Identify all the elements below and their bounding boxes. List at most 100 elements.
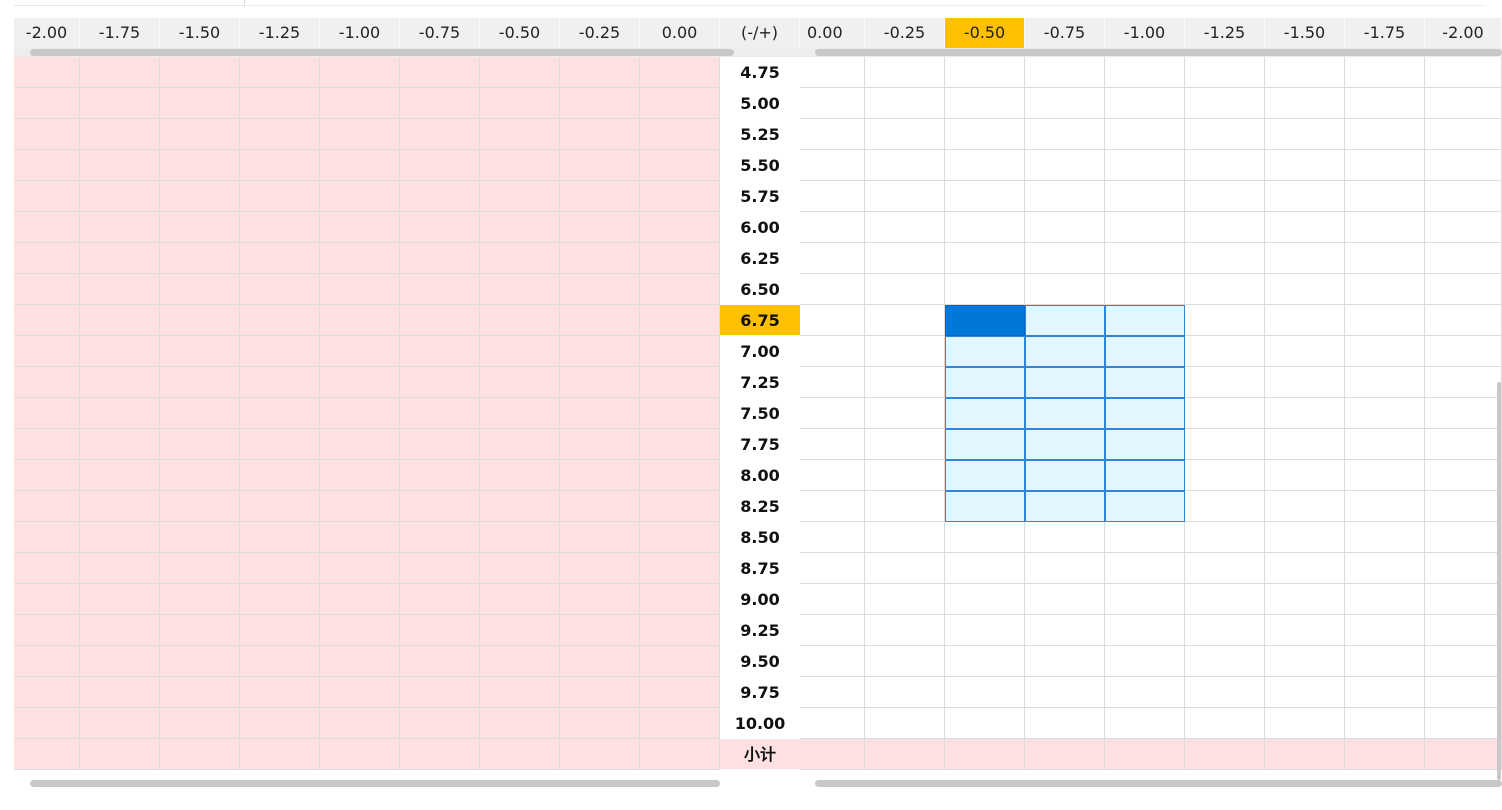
grid-cell-left[interactable] bbox=[480, 57, 560, 88]
left-horizontal-scrollbar-top[interactable] bbox=[14, 48, 800, 57]
grid-cell-left[interactable] bbox=[400, 739, 480, 770]
grid-cell-right[interactable] bbox=[1265, 119, 1345, 150]
grid-cell-left[interactable] bbox=[560, 336, 640, 367]
grid-cell-right[interactable] bbox=[1025, 150, 1105, 181]
grid-cell-left[interactable] bbox=[160, 708, 240, 739]
grid-cell-left[interactable] bbox=[14, 88, 80, 119]
grid-cell-left[interactable] bbox=[160, 429, 240, 460]
row-header[interactable]: 7.75 bbox=[720, 429, 800, 460]
grid-cell-left[interactable] bbox=[80, 522, 160, 553]
grid-cell-left[interactable] bbox=[240, 150, 320, 181]
grid-cell-left[interactable] bbox=[480, 677, 560, 708]
grid-cell-left[interactable] bbox=[80, 336, 160, 367]
grid-cell-left[interactable] bbox=[320, 274, 400, 305]
grid-cell-left[interactable] bbox=[320, 367, 400, 398]
grid-cell-right[interactable] bbox=[865, 57, 945, 88]
grid-cell-right[interactable] bbox=[1185, 119, 1265, 150]
grid-cell-right[interactable] bbox=[1265, 336, 1345, 367]
grid-cell-right[interactable] bbox=[945, 522, 1025, 553]
grid-cell-right[interactable] bbox=[1345, 243, 1425, 274]
selected-cell[interactable] bbox=[1025, 491, 1105, 522]
grid-cell-right[interactable] bbox=[1105, 243, 1185, 274]
grid-cell-right[interactable] bbox=[945, 708, 1025, 739]
grid-cell-right[interactable] bbox=[945, 243, 1025, 274]
grid-cell-left[interactable] bbox=[400, 274, 480, 305]
grid-cell-right[interactable] bbox=[1025, 708, 1105, 739]
grid-cell-left[interactable] bbox=[400, 336, 480, 367]
row-header[interactable]: 7.25 bbox=[720, 367, 800, 398]
grid-cell-right[interactable] bbox=[800, 336, 865, 367]
grid-cell-right[interactable] bbox=[865, 460, 945, 491]
grid-cell-left[interactable] bbox=[80, 429, 160, 460]
row-header[interactable]: 6.25 bbox=[720, 243, 800, 274]
grid-cell-right[interactable] bbox=[1265, 615, 1345, 646]
grid-cell-left[interactable] bbox=[320, 553, 400, 584]
grid-cell-right[interactable] bbox=[865, 677, 945, 708]
grid-cell-left[interactable] bbox=[160, 150, 240, 181]
grid-cell-right[interactable] bbox=[1345, 181, 1425, 212]
grid-cell-right[interactable] bbox=[1345, 615, 1425, 646]
grid-cell-right[interactable] bbox=[1025, 646, 1105, 677]
grid-cell-right[interactable] bbox=[800, 491, 865, 522]
grid-cell-left[interactable] bbox=[320, 584, 400, 615]
grid-cell-left[interactable] bbox=[640, 336, 720, 367]
grid-cell-right[interactable] bbox=[1025, 615, 1105, 646]
grid-cell-left[interactable] bbox=[560, 88, 640, 119]
grid-cell-left[interactable] bbox=[160, 677, 240, 708]
grid-cell-right[interactable] bbox=[1185, 243, 1265, 274]
row-header[interactable]: 6.00 bbox=[720, 212, 800, 243]
grid-cell-left[interactable] bbox=[640, 119, 720, 150]
subtotal-cell[interactable] bbox=[1025, 739, 1105, 770]
grid-cell-left[interactable] bbox=[14, 708, 80, 739]
grid-cell-right[interactable] bbox=[945, 646, 1025, 677]
right-horizontal-scrollbar-top[interactable] bbox=[800, 48, 1502, 57]
grid-cell-right[interactable] bbox=[1345, 460, 1425, 491]
grid-cell-left[interactable] bbox=[80, 150, 160, 181]
grid-cell-right[interactable] bbox=[800, 615, 865, 646]
grid-cell-right[interactable] bbox=[1185, 181, 1265, 212]
grid-cell-right[interactable] bbox=[1185, 88, 1265, 119]
grid-cell-right[interactable] bbox=[1265, 398, 1345, 429]
row-header[interactable]: 9.25 bbox=[720, 615, 800, 646]
grid-cell-right[interactable] bbox=[1185, 367, 1265, 398]
grid-cell-left[interactable] bbox=[80, 212, 160, 243]
grid-cell-right[interactable] bbox=[1345, 119, 1425, 150]
grid-cell-left[interactable] bbox=[160, 522, 240, 553]
row-header[interactable]: 7.00 bbox=[720, 336, 800, 367]
grid-cell-right[interactable] bbox=[1105, 584, 1185, 615]
grid-cell-left[interactable] bbox=[160, 460, 240, 491]
grid-cell-right[interactable] bbox=[1185, 150, 1265, 181]
grid-cell-left[interactable] bbox=[400, 677, 480, 708]
grid-cell-right[interactable] bbox=[865, 212, 945, 243]
grid-cell-left[interactable] bbox=[400, 181, 480, 212]
grid-cell-left[interactable] bbox=[480, 708, 560, 739]
grid-cell-right[interactable] bbox=[1265, 212, 1345, 243]
grid-cell-left[interactable] bbox=[14, 584, 80, 615]
grid-cell-left[interactable] bbox=[160, 88, 240, 119]
grid-cell-left[interactable] bbox=[160, 305, 240, 336]
grid-cell-left[interactable] bbox=[14, 274, 80, 305]
grid-cell-right[interactable] bbox=[1425, 243, 1502, 274]
grid-cell-right[interactable] bbox=[1425, 336, 1502, 367]
grid-cell-right[interactable] bbox=[1345, 305, 1425, 336]
grid-cell-left[interactable] bbox=[240, 88, 320, 119]
grid-cell-right[interactable] bbox=[800, 305, 865, 336]
grid-cell-right[interactable] bbox=[1105, 150, 1185, 181]
grid-cell-right[interactable] bbox=[865, 491, 945, 522]
grid-cell-left[interactable] bbox=[160, 553, 240, 584]
selected-cell[interactable] bbox=[1025, 336, 1105, 367]
grid-cell-right[interactable] bbox=[945, 212, 1025, 243]
grid-cell-left[interactable] bbox=[400, 615, 480, 646]
grid-cell-right[interactable] bbox=[1425, 553, 1502, 584]
grid-cell-right[interactable] bbox=[1025, 212, 1105, 243]
grid-cell-right[interactable] bbox=[865, 336, 945, 367]
grid-cell-right[interactable] bbox=[1265, 367, 1345, 398]
grid-cell-left[interactable] bbox=[80, 677, 160, 708]
selected-cell[interactable] bbox=[945, 398, 1025, 429]
grid-cell-right[interactable] bbox=[1025, 522, 1105, 553]
grid-cell-left[interactable] bbox=[240, 119, 320, 150]
grid-cell-right[interactable] bbox=[1105, 522, 1185, 553]
row-header[interactable]: 9.75 bbox=[720, 677, 800, 708]
grid-cell-left[interactable] bbox=[240, 584, 320, 615]
row-header[interactable]: 4.75 bbox=[720, 57, 800, 88]
